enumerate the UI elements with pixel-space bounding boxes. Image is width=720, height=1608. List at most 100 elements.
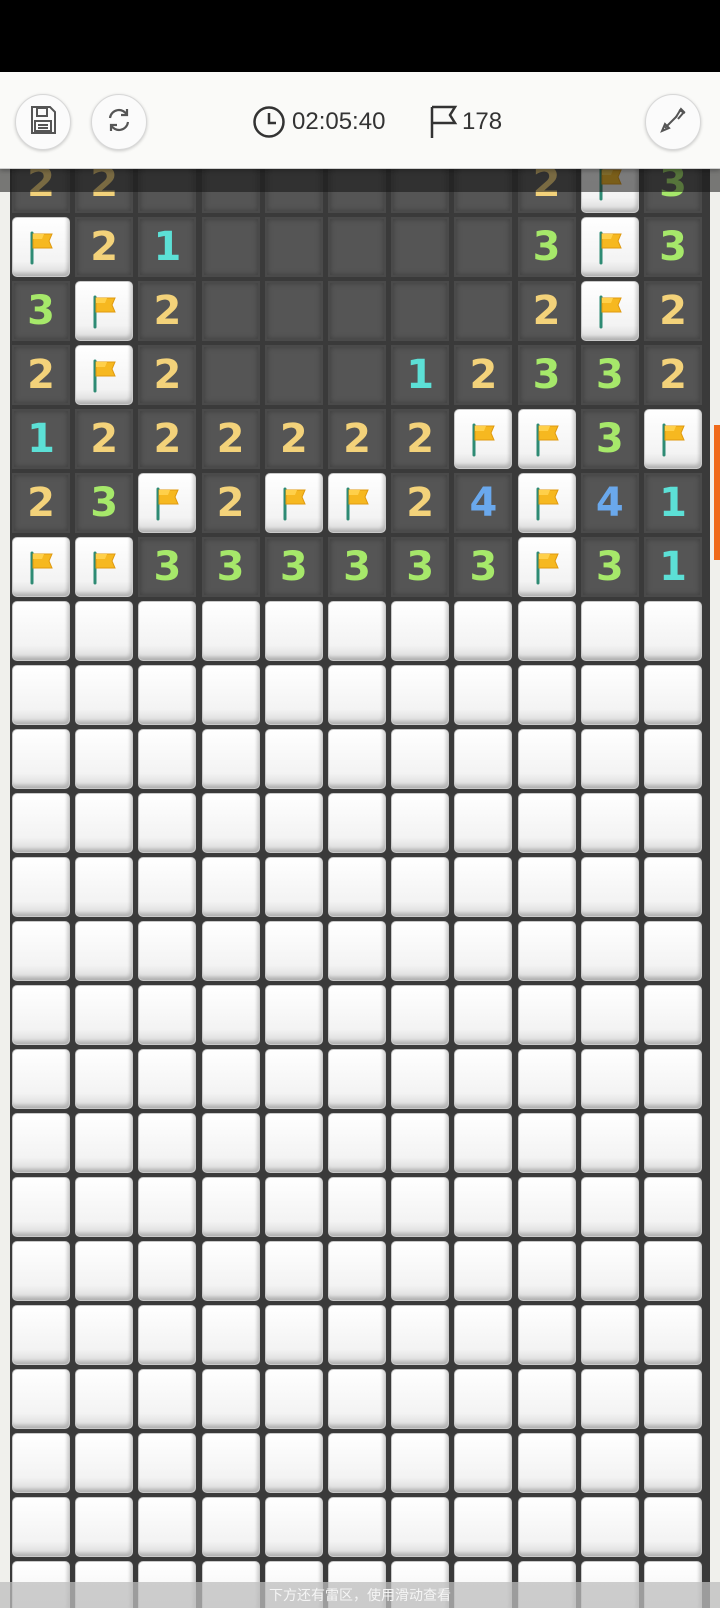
revealed-empty-cell[interactable] [201, 217, 260, 277]
number-cell[interactable]: 1 [644, 473, 702, 533]
unrevealed-cell[interactable] [391, 1177, 450, 1237]
unrevealed-cell[interactable] [328, 921, 386, 981]
unrevealed-cell[interactable] [454, 1049, 513, 1109]
unrevealed-cell[interactable] [391, 857, 450, 917]
unrevealed-cell[interactable] [644, 793, 702, 853]
unrevealed-cell[interactable] [454, 665, 513, 725]
unrevealed-cell[interactable] [328, 793, 386, 853]
unrevealed-cell[interactable] [264, 729, 323, 789]
unrevealed-cell[interactable] [75, 921, 134, 981]
flagged-cell[interactable] [580, 281, 639, 341]
unrevealed-cell[interactable] [580, 1177, 639, 1237]
unrevealed-cell[interactable] [454, 1305, 513, 1365]
unrevealed-cell[interactable] [12, 857, 70, 917]
number-cell[interactable]: 1 [138, 217, 197, 277]
unrevealed-cell[interactable] [517, 857, 576, 917]
unrevealed-cell[interactable] [454, 1113, 513, 1173]
unrevealed-cell[interactable] [454, 1433, 513, 1493]
revealed-empty-cell[interactable] [454, 217, 513, 277]
unrevealed-cell[interactable] [12, 1241, 70, 1301]
unrevealed-cell[interactable] [264, 1497, 323, 1557]
unrevealed-cell[interactable] [391, 793, 450, 853]
unrevealed-cell[interactable] [517, 601, 576, 661]
flagged-cell[interactable] [75, 537, 134, 597]
unrevealed-cell[interactable] [75, 1177, 134, 1237]
revealed-empty-cell[interactable] [328, 281, 386, 341]
unrevealed-cell[interactable] [580, 1433, 639, 1493]
unrevealed-cell[interactable] [138, 729, 197, 789]
flagged-cell[interactable] [138, 473, 197, 533]
flagged-cell[interactable] [12, 217, 70, 277]
number-cell[interactable]: 1 [644, 537, 702, 597]
number-cell[interactable]: 3 [391, 537, 450, 597]
flagged-cell[interactable] [75, 345, 134, 405]
unrevealed-cell[interactable] [12, 1305, 70, 1365]
dig-mode-button[interactable] [645, 94, 701, 150]
number-cell[interactable]: 3 [454, 537, 513, 597]
unrevealed-cell[interactable] [517, 1369, 576, 1429]
revealed-empty-cell[interactable] [264, 217, 323, 277]
unrevealed-cell[interactable] [201, 1113, 260, 1173]
unrevealed-cell[interactable] [391, 1113, 450, 1173]
unrevealed-cell[interactable] [454, 1497, 513, 1557]
unrevealed-cell[interactable] [580, 729, 639, 789]
unrevealed-cell[interactable] [454, 1241, 513, 1301]
unrevealed-cell[interactable] [264, 1305, 323, 1365]
unrevealed-cell[interactable] [138, 1433, 197, 1493]
unrevealed-cell[interactable] [580, 1049, 639, 1109]
unrevealed-cell[interactable] [264, 665, 323, 725]
unrevealed-cell[interactable] [201, 1177, 260, 1237]
unrevealed-cell[interactable] [391, 985, 450, 1045]
number-cell[interactable]: 2 [138, 409, 197, 469]
unrevealed-cell[interactable] [138, 985, 197, 1045]
unrevealed-cell[interactable] [391, 601, 450, 661]
unrevealed-cell[interactable] [517, 729, 576, 789]
unrevealed-cell[interactable] [12, 665, 70, 725]
revealed-empty-cell[interactable] [201, 281, 260, 341]
unrevealed-cell[interactable] [517, 1241, 576, 1301]
unrevealed-cell[interactable] [454, 729, 513, 789]
flagged-cell[interactable] [517, 409, 576, 469]
number-cell[interactable]: 3 [580, 409, 639, 469]
unrevealed-cell[interactable] [12, 1177, 70, 1237]
unrevealed-cell[interactable] [12, 1049, 70, 1109]
unrevealed-cell[interactable] [644, 985, 702, 1045]
number-cell[interactable]: 2 [328, 409, 386, 469]
unrevealed-cell[interactable] [201, 793, 260, 853]
unrevealed-cell[interactable] [328, 1305, 386, 1365]
unrevealed-cell[interactable] [75, 985, 134, 1045]
number-cell[interactable]: 3 [517, 345, 576, 405]
revealed-empty-cell[interactable] [264, 281, 323, 341]
unrevealed-cell[interactable] [12, 729, 70, 789]
flagged-cell[interactable] [264, 473, 323, 533]
number-cell[interactable]: 2 [75, 217, 134, 277]
number-cell[interactable]: 2 [264, 409, 323, 469]
unrevealed-cell[interactable] [201, 1049, 260, 1109]
number-cell[interactable]: 3 [580, 537, 639, 597]
unrevealed-cell[interactable] [201, 1369, 260, 1429]
unrevealed-cell[interactable] [201, 601, 260, 661]
unrevealed-cell[interactable] [328, 1049, 386, 1109]
number-cell[interactable]: 3 [264, 537, 323, 597]
unrevealed-cell[interactable] [138, 1113, 197, 1173]
unrevealed-cell[interactable] [201, 857, 260, 917]
unrevealed-cell[interactable] [12, 1369, 70, 1429]
number-cell[interactable]: 2 [644, 345, 702, 405]
number-cell[interactable]: 2 [517, 281, 576, 341]
unrevealed-cell[interactable] [75, 1369, 134, 1429]
number-cell[interactable]: 4 [454, 473, 513, 533]
unrevealed-cell[interactable] [644, 601, 702, 661]
number-cell[interactable]: 3 [12, 281, 70, 341]
unrevealed-cell[interactable] [12, 985, 70, 1045]
unrevealed-cell[interactable] [580, 1305, 639, 1365]
unrevealed-cell[interactable] [644, 857, 702, 917]
minefield-board[interactable]: 2223213332222212332122222232322441333333… [10, 150, 710, 1608]
unrevealed-cell[interactable] [264, 1241, 323, 1301]
unrevealed-cell[interactable] [201, 1433, 260, 1493]
unrevealed-cell[interactable] [580, 1113, 639, 1173]
unrevealed-cell[interactable] [264, 857, 323, 917]
number-cell[interactable]: 3 [138, 537, 197, 597]
unrevealed-cell[interactable] [644, 921, 702, 981]
restart-button[interactable] [91, 94, 147, 150]
unrevealed-cell[interactable] [644, 729, 702, 789]
